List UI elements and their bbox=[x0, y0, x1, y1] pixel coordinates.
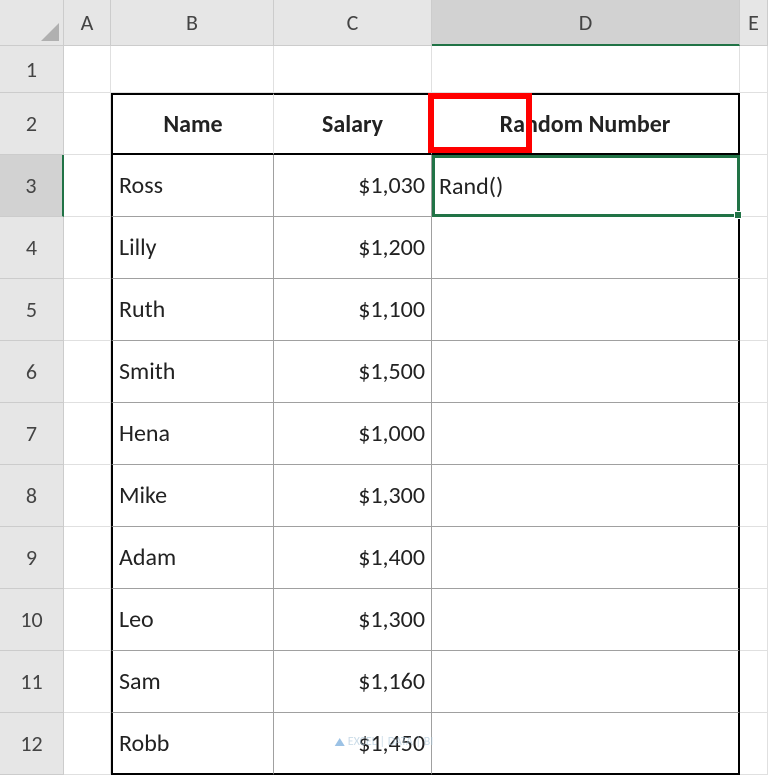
cell-A5[interactable] bbox=[64, 279, 111, 341]
cell-B12[interactable]: Robb bbox=[111, 713, 274, 775]
header-name[interactable]: Name bbox=[111, 93, 274, 155]
col-header-E[interactable]: E bbox=[740, 0, 768, 46]
cell-B1[interactable] bbox=[111, 46, 274, 93]
selected-cell-value: Rand() bbox=[439, 172, 503, 201]
cell-E12[interactable] bbox=[740, 713, 768, 775]
cell-A1[interactable] bbox=[64, 46, 111, 93]
watermark-text: EXCEL | DATA | BI bbox=[348, 735, 434, 749]
cell-E10[interactable] bbox=[740, 589, 768, 651]
cell-D4[interactable] bbox=[432, 217, 740, 279]
cell-C9[interactable]: $1,400 bbox=[274, 527, 432, 589]
row-header-5[interactable]: 5 bbox=[0, 279, 64, 341]
fill-handle[interactable] bbox=[734, 211, 742, 219]
cell-E3[interactable] bbox=[740, 155, 768, 217]
cell-A10[interactable] bbox=[64, 589, 111, 651]
cell-C4[interactable]: $1,200 bbox=[274, 217, 432, 279]
cell-B10[interactable]: Leo bbox=[111, 589, 274, 651]
cell-E5[interactable] bbox=[740, 279, 768, 341]
cell-A11[interactable] bbox=[64, 651, 111, 713]
cell-C1[interactable] bbox=[274, 46, 432, 93]
cell-A2[interactable] bbox=[64, 93, 111, 155]
row-header-10[interactable]: 10 bbox=[0, 589, 64, 651]
col-header-B[interactable]: B bbox=[111, 0, 274, 46]
cell-A12[interactable] bbox=[64, 713, 111, 775]
cell-B8[interactable]: Mike bbox=[111, 465, 274, 527]
row-header-4[interactable]: 4 bbox=[0, 217, 64, 279]
cell-A3[interactable] bbox=[64, 155, 111, 217]
cell-E2[interactable] bbox=[740, 93, 768, 155]
cell-E11[interactable] bbox=[740, 651, 768, 713]
cell-C10[interactable]: $1,300 bbox=[274, 589, 432, 651]
header-salary[interactable]: Salary bbox=[274, 93, 432, 155]
header-random[interactable]: Random Number bbox=[432, 93, 740, 155]
row-header-7[interactable]: 7 bbox=[0, 403, 64, 465]
cell-B4[interactable]: Lilly bbox=[111, 217, 274, 279]
cell-E6[interactable] bbox=[740, 341, 768, 403]
row-header-2[interactable]: 2 bbox=[0, 93, 64, 155]
cell-D12[interactable] bbox=[432, 713, 740, 775]
cell-C8[interactable]: $1,300 bbox=[274, 465, 432, 527]
cell-E7[interactable] bbox=[740, 403, 768, 465]
cell-D11[interactable] bbox=[432, 651, 740, 713]
cell-C7[interactable]: $1,000 bbox=[274, 403, 432, 465]
cell-E4[interactable] bbox=[740, 217, 768, 279]
cell-D9[interactable] bbox=[432, 527, 740, 589]
row-header-8[interactable]: 8 bbox=[0, 465, 64, 527]
cell-C5[interactable]: $1,100 bbox=[274, 279, 432, 341]
cell-E9[interactable] bbox=[740, 527, 768, 589]
cell-A7[interactable] bbox=[64, 403, 111, 465]
cell-C6[interactable]: $1,500 bbox=[274, 341, 432, 403]
col-header-A[interactable]: A bbox=[64, 0, 111, 46]
cell-A6[interactable] bbox=[64, 341, 111, 403]
cell-A8[interactable] bbox=[64, 465, 111, 527]
cell-C3[interactable]: $1,030 bbox=[274, 155, 432, 217]
cell-A4[interactable] bbox=[64, 217, 111, 279]
cell-D5[interactable] bbox=[432, 279, 740, 341]
cell-D6[interactable] bbox=[432, 341, 740, 403]
row-header-6[interactable]: 6 bbox=[0, 341, 64, 403]
cell-B3[interactable]: Ross bbox=[111, 155, 274, 217]
cell-D8[interactable] bbox=[432, 465, 740, 527]
cell-B7[interactable]: Hena bbox=[111, 403, 274, 465]
cell-E1[interactable] bbox=[740, 46, 768, 93]
row-header-3[interactable]: 3 bbox=[0, 155, 64, 217]
cell-D7[interactable] bbox=[432, 403, 740, 465]
row-header-1[interactable]: 1 bbox=[0, 46, 64, 93]
cell-E8[interactable] bbox=[740, 465, 768, 527]
cell-B5[interactable]: Ruth bbox=[111, 279, 274, 341]
watermark-icon bbox=[335, 738, 345, 746]
watermark: EXCEL | DATA | BI bbox=[335, 735, 434, 749]
cell-D10[interactable] bbox=[432, 589, 740, 651]
row-header-11[interactable]: 11 bbox=[0, 651, 64, 713]
spreadsheet-grid: A B C D E 1 2 Name Salary Random Number … bbox=[0, 0, 768, 775]
cell-A9[interactable] bbox=[64, 527, 111, 589]
col-header-D[interactable]: D bbox=[432, 0, 740, 46]
cell-D1[interactable] bbox=[432, 46, 740, 93]
select-all-corner[interactable] bbox=[0, 0, 64, 46]
col-header-C[interactable]: C bbox=[274, 0, 432, 46]
cell-B11[interactable]: Sam bbox=[111, 651, 274, 713]
cell-C11[interactable]: $1,160 bbox=[274, 651, 432, 713]
cell-B6[interactable]: Smith bbox=[111, 341, 274, 403]
cell-B9[interactable]: Adam bbox=[111, 527, 274, 589]
cell-D3-selected[interactable]: Rand() bbox=[432, 155, 740, 217]
row-header-9[interactable]: 9 bbox=[0, 527, 64, 589]
row-header-12[interactable]: 12 bbox=[0, 713, 64, 775]
